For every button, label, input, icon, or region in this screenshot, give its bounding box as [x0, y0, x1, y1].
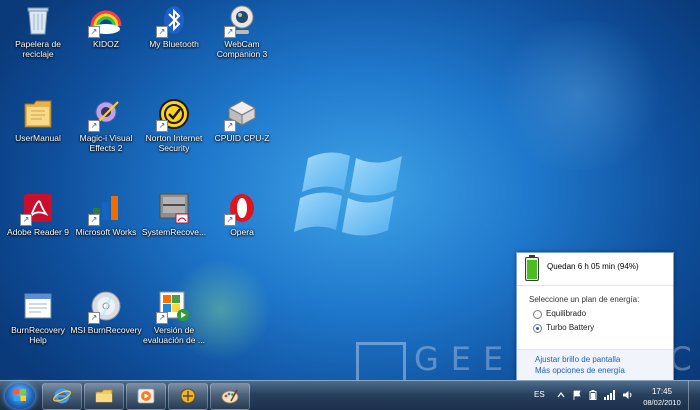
recycle-bin-icon	[22, 4, 54, 36]
kidoz-icon: ↗	[88, 4, 122, 38]
shortcut-arrow-icon: ↗	[20, 214, 32, 226]
desktop-icon-label: UserManual	[15, 133, 61, 143]
volume-icon[interactable]	[622, 390, 634, 400]
clock-time[interactable]: 17:45	[639, 387, 685, 396]
start-button[interactable]	[5, 383, 35, 409]
desktop-icon-label: My Bluetooth	[149, 39, 199, 49]
windows-logo	[294, 152, 402, 236]
clock-date[interactable]: 08/02/2010	[639, 398, 685, 407]
desktop-icon[interactable]: Papelera de reciclaje	[2, 4, 74, 59]
desktop-icon-label: Adobe Reader 9	[7, 227, 69, 237]
language-indicator[interactable]: ES	[534, 390, 545, 399]
desktop[interactable]: GEEKNETIC Papelera de reciclaje↗KIDOZ↗My…	[0, 0, 700, 410]
shortcut-arrow-icon: ↗	[88, 26, 100, 38]
shortcut-arrow-icon: ↗	[88, 312, 100, 324]
taskbar-paint[interactable]	[210, 383, 250, 410]
desktop-icon[interactable]: ↗ Opera	[206, 192, 278, 237]
works-icon: ↗	[88, 192, 122, 226]
shortcut-arrow-icon: ↗	[156, 120, 168, 132]
desktop-icon[interactable]: ↗ Microsoft Works	[70, 192, 142, 237]
radio-turbo-battery[interactable]	[533, 324, 542, 333]
desktop-icon-label: SystemRecove...	[141, 227, 207, 237]
taskbar-media-player[interactable]	[126, 383, 166, 410]
desktop-icon[interactable]: ↗ Adobe Reader 9	[2, 192, 74, 237]
action-center-flag-icon[interactable]	[572, 390, 582, 400]
desktop-icon-label: KIDOZ	[93, 39, 119, 49]
taskbar-internet-explorer[interactable]	[42, 383, 82, 410]
desktop-icon[interactable]: ↗ Norton Internet Security	[138, 98, 210, 153]
opera-icon: ↗	[224, 192, 258, 226]
battery-remaining: Quedan 6 h 05 min (94%)	[547, 262, 639, 271]
desktop-icon-label: MSI BurnRecovery	[70, 325, 142, 335]
desktop-icon[interactable]: UserManual	[2, 98, 74, 143]
shortcut-arrow-icon: ↗	[224, 26, 236, 38]
window-doc-icon	[22, 290, 54, 322]
plan-title: Seleccione un plan de energía:	[529, 295, 640, 304]
desktop-icon[interactable]: SystemRecove...	[138, 192, 210, 237]
norton-icon: ↗	[156, 98, 190, 132]
desktop-icon[interactable]: ↗ Magic-i Visual Effects 2	[70, 98, 142, 153]
desktop-icon-label: Norton Internet Security	[145, 133, 203, 153]
desktop-icon-label: Papelera de reciclaje	[15, 39, 61, 59]
desktop-icon[interactable]: ↗ Versión de evaluación de ...	[138, 290, 210, 345]
desktop-icon-label: Microsoft Works	[75, 227, 137, 237]
shortcut-arrow-icon: ↗	[156, 312, 168, 324]
bluetooth-icon: ↗	[156, 4, 190, 38]
desktop-icon[interactable]: ↗ WebCam Companion 3	[206, 4, 278, 59]
system-recovery-icon	[158, 192, 190, 224]
shortcut-arrow-icon: ↗	[156, 26, 168, 38]
desktop-icon[interactable]: ↗ MSI BurnRecovery	[70, 290, 142, 335]
shortcut-arrow-icon: ↗	[224, 214, 236, 226]
adobe-reader-icon: ↗	[20, 192, 54, 226]
windows-flag-icon	[14, 389, 26, 401]
radio-equilibrado[interactable]	[533, 310, 542, 319]
more-power-options-link[interactable]: Más opciones de energía	[535, 366, 625, 375]
plan-label: Equilibrado	[546, 309, 587, 318]
shortcut-arrow-icon: ↗	[224, 120, 236, 132]
media-player-icon	[137, 388, 155, 404]
show-desktop-button[interactable]	[688, 381, 700, 410]
paint-icon	[221, 389, 239, 404]
desktop-icon-label: BurnRecovery Help	[11, 325, 65, 345]
desktop-icon[interactable]: BurnRecovery Help	[2, 290, 74, 345]
desktop-icon[interactable]: ↗ My Bluetooth	[138, 4, 210, 49]
desktop-icon-label: Magic-i Visual Effects 2	[79, 133, 133, 153]
taskbar-explorer[interactable]	[84, 383, 124, 410]
cpuz-icon: ↗	[224, 98, 258, 132]
desktop-icon[interactable]: ↗ CPUID CPU-Z	[206, 98, 278, 143]
desktop-icon-label: Versión de evaluación de ...	[143, 325, 205, 345]
ie-icon	[53, 388, 71, 404]
shortcut-arrow-icon: ↗	[88, 214, 100, 226]
webcam-icon: ↗	[224, 4, 258, 38]
desktop-icon-label: WebCam Companion 3	[216, 39, 268, 59]
desktop-icon-label: CPUID CPU-Z	[214, 133, 270, 143]
disc-icon: ↗	[88, 290, 122, 324]
desktop-icon[interactable]: ↗ KIDOZ	[70, 4, 142, 49]
battery-gauge-icon	[525, 255, 539, 281]
folder-icon	[95, 389, 113, 403]
folder-icon	[22, 98, 54, 130]
taskbar-app[interactable]	[168, 383, 208, 410]
popup-links: Ajustar brillo de pantalla Más opciones …	[517, 349, 673, 382]
desktop-icon-label: Opera	[230, 227, 254, 237]
adjust-brightness-link[interactable]: Ajustar brillo de pantalla	[535, 355, 620, 364]
light-glow	[480, 20, 680, 170]
network-signal-icon[interactable]	[604, 390, 616, 400]
battery-status: Quedan 6 h 05 min (94%)	[517, 253, 673, 286]
taskbar: ES 17:45 08/02/2010	[0, 380, 700, 410]
show-hidden-icons-icon[interactable]	[556, 390, 566, 400]
magic-webcam-icon: ↗	[88, 98, 122, 132]
app-icon	[180, 388, 196, 404]
office-trial-icon: ↗	[156, 290, 190, 324]
shortcut-arrow-icon: ↗	[88, 120, 100, 132]
plan-label: Turbo Battery	[546, 323, 595, 332]
battery-tray-icon[interactable]	[588, 390, 598, 400]
battery-popup: Quedan 6 h 05 min (94%) Seleccione un pl…	[516, 252, 674, 382]
